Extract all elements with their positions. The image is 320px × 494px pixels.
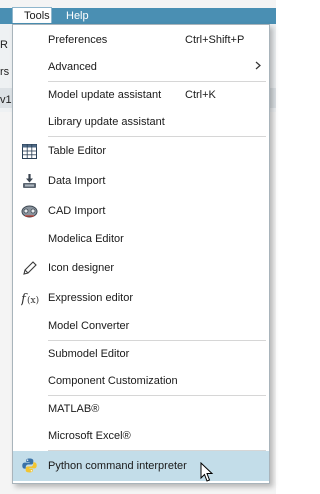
menu-item-matlab[interactable]: MATLAB® (13, 396, 269, 423)
menu-item-table-editor[interactable]: Table Editor (13, 138, 269, 165)
background-text-fragment: v1 (0, 94, 12, 106)
mouse-cursor-icon (200, 462, 214, 482)
menu-item-label: Modelica Editor (48, 233, 124, 245)
menu-item-shortcut: Ctrl+K (185, 89, 216, 101)
menu-help[interactable]: Help (60, 8, 95, 24)
menu-item-model-update-assistant[interactable]: Model update assistant Ctrl+K (13, 82, 269, 109)
svg-text:(x): (x) (27, 295, 39, 306)
function-icon: f (x) (20, 290, 39, 307)
menu-item-submodel-editor[interactable]: Submodel Editor (13, 341, 269, 368)
data-import-icon (21, 173, 38, 190)
menu-item-library-update-assistant[interactable]: Library update assistant (13, 109, 269, 136)
menu-item-label: Data Import (48, 175, 106, 187)
background-text-fragment: rs (0, 66, 10, 78)
menu-item-icon-designer[interactable]: Icon designer (13, 255, 269, 282)
menu-tools[interactable]: Tools (12, 7, 52, 23)
menu-item-data-import[interactable]: Data Import (13, 168, 269, 195)
menu-item-microsoft-excel[interactable]: Microsoft Excel® (13, 423, 269, 450)
menu-item-shortcut: Ctrl+Shift+P (185, 34, 245, 46)
chevron-right-icon (255, 54, 261, 81)
background-text-fragment: R (0, 39, 8, 51)
menu-item-preferences[interactable]: Preferences Ctrl+Shift+P (13, 27, 269, 54)
menu-item-expression-editor[interactable]: f (x) Expression editor (13, 285, 269, 312)
pencil-icon (21, 260, 38, 277)
menu-item-cad-import[interactable]: CAD Import (13, 198, 269, 225)
menu-item-label: CAD Import (48, 205, 106, 217)
menu-item-label: Preferences (48, 34, 108, 46)
menu-item-python-command-interpreter[interactable]: Python command interpreter (13, 451, 269, 481)
table-grid-icon (21, 143, 38, 160)
menu-item-label: MATLAB® (48, 403, 100, 415)
menu-item-label: Table Editor (48, 145, 107, 157)
menu-item-modelica-editor[interactable]: Modelica Editor (13, 226, 269, 253)
menu-item-label: Component Customization (48, 375, 178, 387)
menu-item-label: Submodel Editor (48, 348, 130, 360)
menu-item-label: Advanced (48, 61, 97, 73)
menu-item-label: Microsoft Excel® (48, 430, 131, 442)
tools-dropdown-menu: Preferences Ctrl+Shift+P Advanced Model … (12, 24, 270, 484)
menu-item-label: Icon designer (48, 262, 115, 274)
menubar: Tools Help (0, 7, 276, 24)
menu-item-label: Library update assistant (48, 116, 165, 128)
menu-item-label: Python command interpreter (48, 460, 187, 472)
python-icon (21, 457, 38, 474)
menu-separator (48, 136, 266, 137)
menu-item-label: Model Converter (48, 320, 130, 332)
menu-item-component-customization[interactable]: Component Customization (13, 368, 269, 395)
menu-item-model-converter[interactable]: Model Converter (13, 313, 269, 340)
cad-import-icon (21, 203, 38, 220)
menu-item-label: Expression editor (48, 292, 133, 304)
menu-item-label: Model update assistant (48, 89, 162, 101)
menu-item-advanced[interactable]: Advanced (13, 54, 269, 81)
